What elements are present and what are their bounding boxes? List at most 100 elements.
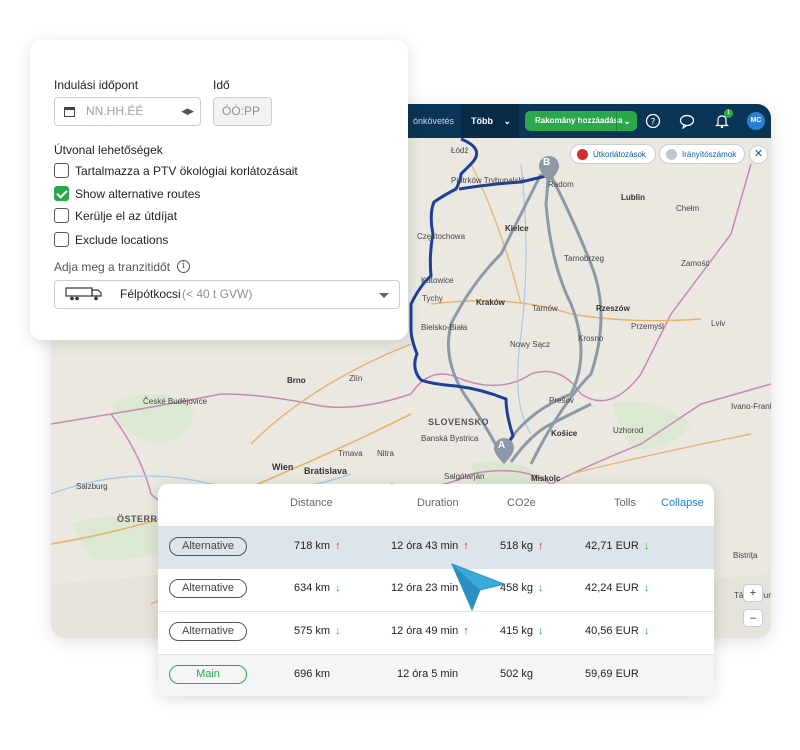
map-label: Kraków (476, 298, 505, 307)
arrow-up-icon: ↑ (463, 540, 469, 552)
distance-cell: 696 km (294, 668, 330, 680)
co2-cell: 518 kg ↑ (500, 540, 544, 552)
marker-b-label: B (543, 157, 551, 168)
arrow-up-icon: ↑ (463, 625, 469, 637)
tolls-value: 42,71 EUR (585, 540, 639, 552)
route-type-badge[interactable]: Alternative (169, 579, 247, 598)
map-label: Ivano-Frank (731, 402, 771, 411)
checkbox-avoid-tolls[interactable]: Kerülje el az útdíjat (54, 208, 177, 224)
table-row[interactable]: Main 696 km 12 óra 5 min 502 kg 59,69 EU… (158, 654, 714, 696)
more-label: Több (471, 116, 493, 126)
map-label: Zamość (681, 259, 710, 268)
chevron-down-icon: ⌄ (503, 116, 511, 126)
zoom-in-button[interactable]: + (743, 584, 763, 602)
route-type-badge[interactable]: Main (169, 665, 247, 684)
map-label: Piotrków Trybunalski (451, 176, 525, 185)
distance-cell: 575 km ↓ (294, 625, 341, 637)
more-menu[interactable]: Több ⌄ (461, 104, 519, 138)
checkbox[interactable] (54, 232, 69, 247)
checkbox-eco-restrictions[interactable]: Tartalmazza a PTV ökológiai korlátozásai… (54, 163, 298, 179)
checkbox-label: Tartalmazza a PTV ökológiai korlátozásai… (75, 164, 298, 178)
map-label: Nowy Sącz (510, 340, 551, 349)
add-load-button[interactable]: Rakomány hozzáadása ⌄ (525, 111, 637, 131)
checkbox-label: Kerülje el az útdíjat (75, 209, 178, 223)
notification-badge: 1 (724, 109, 733, 118)
info-icon[interactable]: i (177, 260, 190, 273)
table-row[interactable]: Alternative 634 km ↓ 12 óra 23 min 458 kg… (158, 568, 714, 610)
vehicle-select[interactable]: Félpótkocsi (< 40 t GVW) (54, 280, 400, 309)
map-label: Bistrița (733, 551, 758, 560)
map-label: Nitra (377, 449, 394, 458)
route-type-badge[interactable]: Alternative (169, 537, 247, 556)
vehicle-name: Félpótkocsi (120, 287, 181, 301)
tolls-cell: 42,71 EUR ↓ (585, 540, 649, 552)
time-input[interactable]: ÓÓ:PP (213, 97, 272, 126)
postcodes-button[interactable]: Irányítószámok (659, 144, 745, 164)
table-row[interactable]: Alternative 718 km ↑ 12 óra 43 min ↑ 518 k… (158, 526, 714, 568)
collapse-link[interactable]: Collapse (661, 497, 704, 509)
nav-item-tracking[interactable]: ónkövetés (413, 104, 454, 138)
vehicle-description: (< 40 t GVW) (182, 287, 253, 301)
map-label: Salzburg (76, 482, 108, 491)
checkbox-exclude-locations[interactable]: Exclude locations (54, 232, 168, 248)
table-row[interactable]: Alternative 575 km ↓ 12 óra 49 min ↑ 415 k… (158, 611, 714, 653)
help-icon[interactable]: ? (645, 113, 661, 129)
close-icon[interactable]: ✕ (749, 145, 768, 164)
map-label: Lublin (621, 193, 645, 202)
duration-value: 12 óra 23 min (391, 582, 459, 594)
map-label: Radom (548, 180, 574, 189)
map-label: Košice (551, 429, 578, 438)
duration-value: 12 óra 5 min (397, 668, 459, 680)
co2-value: 518 kg (500, 540, 534, 552)
departure-label: Indulási időpont (54, 78, 139, 92)
checkbox-checked[interactable] (54, 186, 69, 201)
checkbox[interactable] (54, 208, 69, 223)
date-stepper-icon[interactable]: ◀▶ (181, 98, 194, 125)
route-options-panel: Indulási időpont Idő NN.HH.ÉÉ ◀▶ ÓÓ:PP Ú… (30, 40, 408, 340)
arrow-down-icon: ↓ (538, 582, 544, 594)
distance-value: 575 km (294, 625, 331, 637)
chat-icon[interactable] (679, 113, 695, 129)
co2-cell: 502 kg (500, 668, 533, 680)
duration-value: 12 óra 49 min (391, 625, 459, 637)
tolls-value: 42,24 EUR (585, 582, 639, 594)
checkbox-show-alternatives[interactable]: Show alternative routes (54, 186, 200, 202)
map-label: Zlín (349, 374, 363, 383)
map-label: Miskolc (531, 474, 561, 483)
add-load-label: Rakomány hozzáadása (535, 116, 623, 125)
checkbox-label: Show alternative routes (75, 187, 201, 201)
time-label: Idő (213, 78, 230, 92)
tolls-cell: 59,69 EUR (585, 668, 639, 680)
column-header-duration: Duration (417, 497, 459, 509)
distance-value: 634 km (294, 582, 331, 594)
tolls-cell: 40,56 EUR ↓ (585, 625, 649, 637)
zoom-out-button[interactable]: – (743, 609, 763, 627)
transit-time-label: Adja meg a tranzitidőt (54, 260, 171, 274)
map-label: Kielce (505, 224, 529, 233)
arrow-down-icon: ↓ (643, 582, 650, 594)
checkbox-label: Exclude locations (75, 233, 169, 247)
tolls-value: 40,56 EUR (585, 625, 639, 637)
checkbox[interactable] (54, 163, 69, 178)
chevron-down-icon[interactable]: ⌄ (616, 111, 637, 131)
duration-value: 12 óra 43 min (391, 540, 459, 552)
date-input[interactable]: NN.HH.ÉÉ ◀▶ (54, 97, 201, 126)
column-header-co2: CO2e (507, 497, 536, 509)
map-label: Chełm (676, 204, 700, 213)
duration-cell: 12 óra 23 min (391, 582, 458, 594)
map-label: Katowice (421, 276, 454, 285)
map-label: Bielsko-Biała (421, 323, 468, 332)
marker-a-label: A (498, 440, 506, 451)
map-label: Przemyśl (631, 322, 664, 331)
arrow-down-icon: ↓ (335, 625, 341, 637)
cursor-arrow-icon (451, 563, 506, 612)
map-label: ÖSTERR (117, 514, 158, 524)
routes-comparison-table: Distance Duration CO2e Tolls Collapse Al… (158, 484, 714, 696)
map-label: Prešov (549, 396, 574, 405)
caret-down-icon (379, 293, 389, 298)
restriction-icon (577, 149, 588, 160)
route-type-badge[interactable]: Alternative (169, 622, 247, 641)
date-placeholder: NN.HH.ÉÉ (86, 104, 144, 118)
restrictions-button[interactable]: Útkorlátozások (570, 144, 656, 164)
avatar[interactable]: MC (747, 112, 765, 130)
